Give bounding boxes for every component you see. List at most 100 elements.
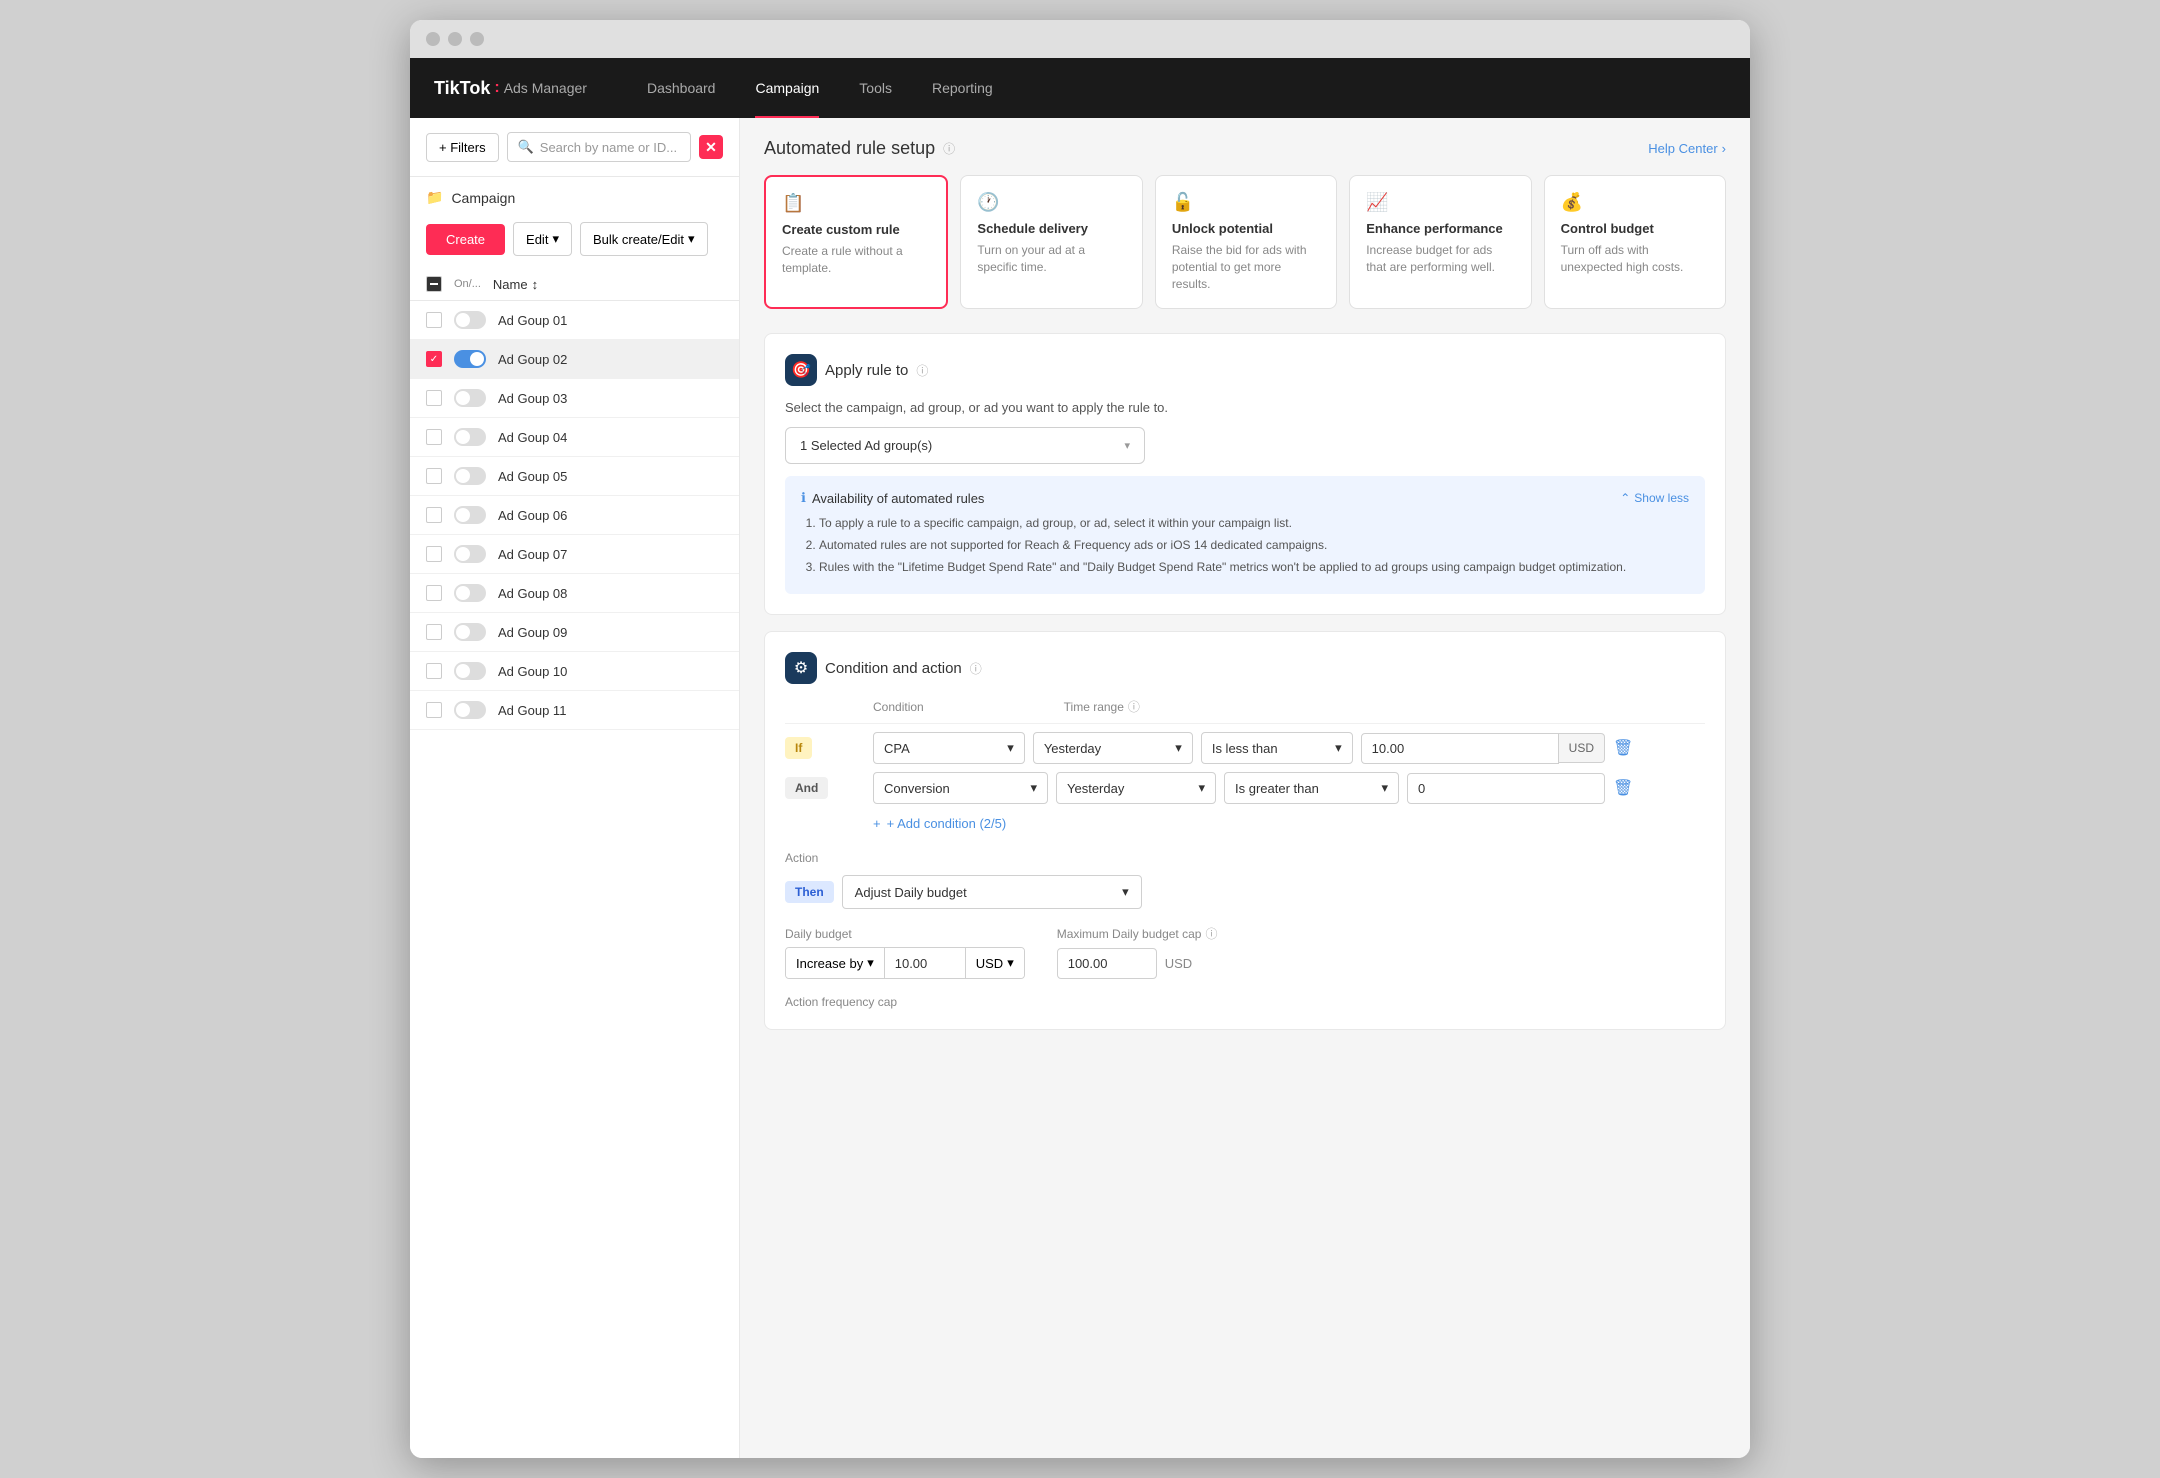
metric-dropdown-conversion[interactable]: Conversion ▾ <box>873 772 1048 804</box>
and-label: And <box>785 777 828 799</box>
nav-tools[interactable]: Tools <box>839 58 912 118</box>
if-badge: If <box>785 739 865 757</box>
table-row[interactable]: Ad Goup 09 <box>410 613 739 652</box>
row-checkbox-4[interactable] <box>426 429 442 445</box>
table-row[interactable]: Ad Goup 11 <box>410 691 739 730</box>
row-toggle-3[interactable] <box>454 389 486 407</box>
search-box[interactable]: 🔍 Search by name or ID... <box>507 132 691 162</box>
create-button[interactable]: Create <box>426 224 505 255</box>
metric-arrow-icon: ▾ <box>1007 740 1014 756</box>
row-checkbox-3[interactable] <box>426 390 442 406</box>
row-toggle-1[interactable] <box>454 311 486 329</box>
row-toggle-2[interactable] <box>454 350 486 368</box>
campaign-action-row: Create Edit ▾ Bulk create/Edit ▾ <box>410 214 739 268</box>
template-card-unlock[interactable]: 🔓 Unlock potential Raise the bid for ads… <box>1155 175 1337 309</box>
edit-button[interactable]: Edit ▾ <box>513 222 572 256</box>
row-toggle-10[interactable] <box>454 662 486 680</box>
max-budget-field: Maximum Daily budget cap ⓘ USD <box>1057 925 1218 979</box>
row-checkbox-10[interactable] <box>426 663 442 679</box>
select-all-checkbox[interactable] <box>426 276 442 292</box>
template-card-control[interactable]: 💰 Control budget Turn off ads with unexp… <box>1544 175 1726 309</box>
metric-dropdown-cpa[interactable]: CPA ▾ <box>873 732 1025 764</box>
browser-dot-green <box>470 32 484 46</box>
template-card-create-custom[interactable]: 📋 Create custom rule Create a rule witho… <box>764 175 948 309</box>
row-checkbox-7[interactable] <box>426 546 442 562</box>
filters-button[interactable]: + Filters <box>426 133 499 162</box>
browser-chrome <box>410 20 1750 58</box>
create-custom-desc: Create a rule without a template. <box>782 243 930 277</box>
max-budget-help-icon[interactable]: ⓘ <box>1205 925 1217 942</box>
row-checkbox-1[interactable] <box>426 312 442 328</box>
table-row[interactable]: Ad Goup 01 <box>410 301 739 340</box>
action-arrow-icon: ▾ <box>1122 884 1129 900</box>
edit-chevron-icon: ▾ <box>552 231 559 247</box>
time-range-header-label: Time range ⓘ <box>1064 698 1224 715</box>
condition-action-help-icon[interactable]: ⓘ <box>970 660 982 677</box>
action-dropdown[interactable]: Adjust Daily budget ▾ <box>842 875 1142 909</box>
row-name-7: Ad Goup 07 <box>498 547 567 562</box>
time-range-help-icon[interactable]: ⓘ <box>1128 698 1140 715</box>
header-empty <box>785 698 865 715</box>
nav-reporting[interactable]: Reporting <box>912 58 1013 118</box>
table-row[interactable]: Ad Goup 06 <box>410 496 739 535</box>
table-row[interactable]: Ad Goup 05 <box>410 457 739 496</box>
increase-value-input[interactable] <box>885 949 965 978</box>
increase-by-select[interactable]: Increase by ▾ <box>786 948 885 978</box>
template-card-schedule[interactable]: 🕐 Schedule delivery Turn on your ad at a… <box>960 175 1142 309</box>
value-input-1[interactable] <box>1361 733 1559 764</box>
row-checkbox-6[interactable] <box>426 507 442 523</box>
sort-icon[interactable]: ↕ <box>532 277 539 292</box>
operator-dropdown-1[interactable]: Is less than ▾ <box>1201 732 1353 764</box>
row-toggle-11[interactable] <box>454 701 486 719</box>
browser-window: TikTok : Ads Manager Dashboard Campaign … <box>410 20 1750 1458</box>
row-checkbox-5[interactable] <box>426 468 442 484</box>
time-range-dropdown-1[interactable]: Yesterday ▾ <box>1033 732 1193 764</box>
row-checkbox-11[interactable] <box>426 702 442 718</box>
ad-group-dropdown[interactable]: 1 Selected Ad group(s) ▾ <box>785 427 1145 464</box>
condition-action-icon: ⚙ <box>785 652 817 684</box>
row-toggle-6[interactable] <box>454 506 486 524</box>
row-toggle-8[interactable] <box>454 584 486 602</box>
template-card-enhance[interactable]: 📈 Enhance performance Increase budget fo… <box>1349 175 1531 309</box>
max-budget-input[interactable] <box>1057 948 1157 979</box>
row-toggle-9[interactable] <box>454 623 486 641</box>
value-input-2[interactable] <box>1407 773 1605 804</box>
value-unit-1: USD <box>1559 733 1605 763</box>
delete-icon-1[interactable]: 🗑 <box>1613 738 1673 758</box>
row-toggle-7[interactable] <box>454 545 486 563</box>
and-badge: And <box>785 779 865 797</box>
increase-currency-select[interactable]: USD ▾ <box>965 948 1024 978</box>
operator-dropdown-2[interactable]: Is greater than ▾ <box>1224 772 1399 804</box>
time-range-dropdown-2[interactable]: Yesterday ▾ <box>1056 772 1216 804</box>
nav-dashboard[interactable]: Dashboard <box>627 58 736 118</box>
row-checkbox-2[interactable]: ✓ <box>426 351 442 367</box>
add-condition-button[interactable]: + + Add condition (2/5) <box>873 812 1705 835</box>
max-budget-currency: USD <box>1165 949 1192 978</box>
close-x-button[interactable]: ✕ <box>699 135 723 159</box>
bulk-label: Bulk create/Edit <box>593 232 684 247</box>
show-less-button[interactable]: ⌃ Show less <box>1620 491 1689 505</box>
row-name-11: Ad Goup 11 <box>498 703 566 718</box>
top-nav: TikTok : Ads Manager Dashboard Campaign … <box>410 58 1750 118</box>
nav-campaign[interactable]: Campaign <box>735 58 839 118</box>
bulk-create-button[interactable]: Bulk create/Edit ▾ <box>580 222 708 256</box>
row-toggle-5[interactable] <box>454 467 486 485</box>
brand-logo: TikTok : Ads Manager <box>434 78 587 99</box>
help-center-link[interactable]: Help Center › <box>1648 141 1726 156</box>
table-row[interactable]: Ad Goup 03 <box>410 379 739 418</box>
delete-icon-2[interactable]: 🗑 <box>1613 778 1673 798</box>
row-checkbox-9[interactable] <box>426 624 442 640</box>
sidebar-toolbar: + Filters 🔍 Search by name or ID... ✕ <box>410 118 739 177</box>
apply-rule-help-icon[interactable]: ⓘ <box>916 362 928 379</box>
table-row[interactable]: Ad Goup 07 <box>410 535 739 574</box>
time-range-arrow-icon-1: ▾ <box>1175 740 1182 756</box>
table-row[interactable]: Ad Goup 08 <box>410 574 739 613</box>
apply-rule-description: Select the campaign, ad group, or ad you… <box>785 400 1705 415</box>
page-title-help-icon[interactable]: ⓘ <box>943 140 955 157</box>
table-row[interactable]: ✓ Ad Goup 02 <box>410 340 739 379</box>
table-row[interactable]: Ad Goup 10 <box>410 652 739 691</box>
row-toggle-4[interactable] <box>454 428 486 446</box>
table-row[interactable]: Ad Goup 04 <box>410 418 739 457</box>
availability-info-box: ℹ Availability of automated rules ⌃ Show… <box>785 476 1705 594</box>
row-checkbox-8[interactable] <box>426 585 442 601</box>
